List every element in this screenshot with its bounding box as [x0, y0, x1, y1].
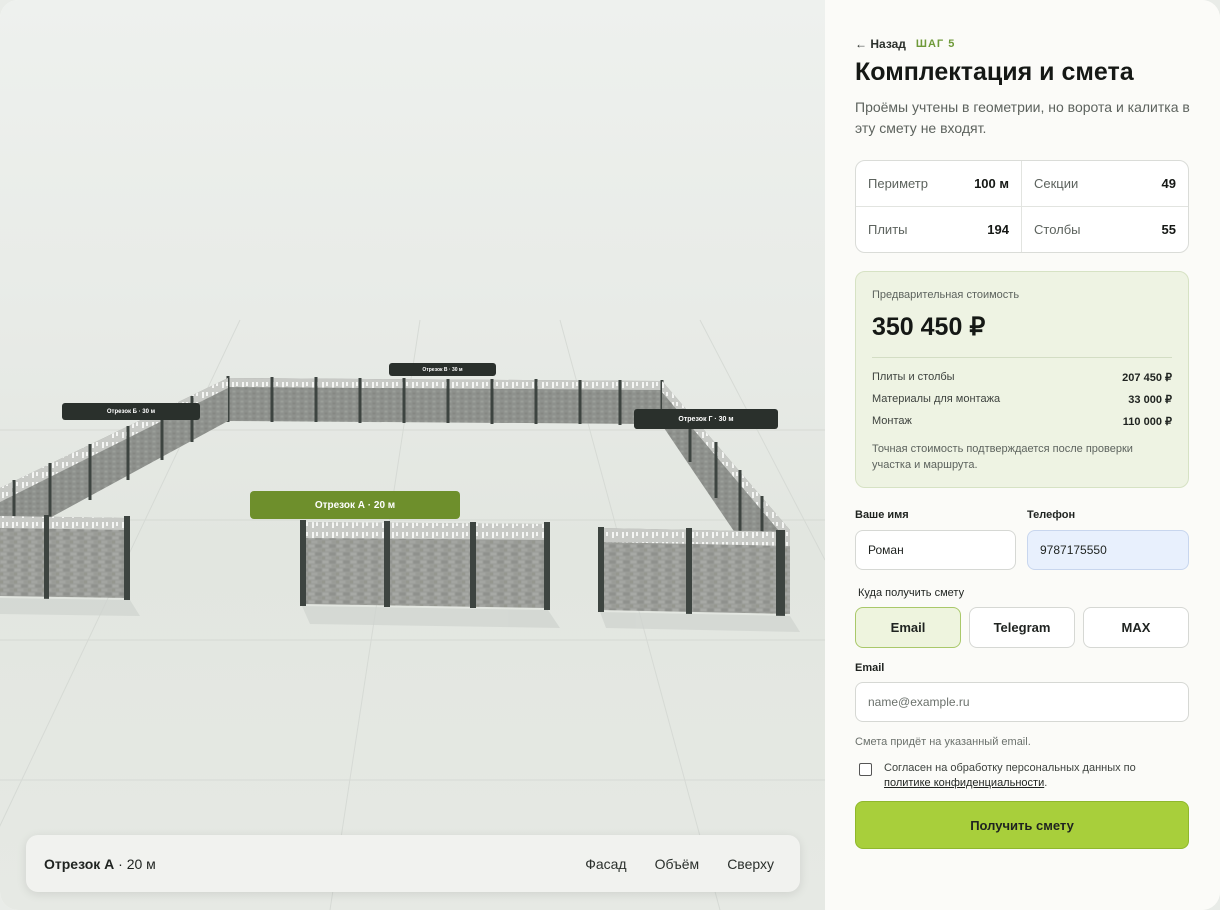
selected-segment-info: Отрезок А · 20 м	[44, 856, 156, 872]
privacy-policy-link[interactable]: политике конфиденциальности	[884, 777, 1044, 789]
view-3d-button[interactable]: Объём	[655, 856, 700, 872]
step-indicator: ШАГ 5	[915, 38, 956, 50]
selected-segment-separator: ·	[114, 855, 127, 872]
page-title: Комплектация и смета	[855, 58, 1134, 86]
app-window: Отрезок Б · 30 м Отрезок В · 30 м Отрезо…	[0, 0, 1220, 910]
price-row-amount: 207 450 ₽	[1122, 372, 1172, 384]
stat-value: 100 м	[974, 175, 1009, 191]
fence-front-right	[598, 527, 790, 616]
name-field[interactable]: Роман	[855, 530, 1016, 570]
stat-label: Секции	[1034, 175, 1079, 191]
stat-value: 194	[987, 221, 1009, 237]
back-link[interactable]: ← Назад	[855, 37, 906, 51]
email-hint: Смета придёт на указанный email.	[855, 736, 1031, 748]
price-note: Точная стоимость подтверждается после пр…	[872, 443, 1133, 471]
price-row-label: Монтаж	[872, 415, 912, 427]
price-total: 350 450 ₽	[872, 313, 986, 341]
consent-checkbox[interactable]	[859, 763, 872, 776]
phone-field[interactable]: 9787175550	[1027, 530, 1189, 570]
view-top-button[interactable]: Сверху	[727, 856, 774, 872]
fence-segment-a[interactable]	[300, 520, 550, 610]
price-row-label: Плиты и столбы	[872, 371, 955, 383]
step-nav: ← Назад ШАГ 5	[855, 37, 955, 51]
stats-grid: Периметр 100 м Секции 49 Плиты 194 Столб…	[855, 160, 1189, 253]
segment-label-v[interactable]: Отрезок В · 30 м	[389, 363, 496, 376]
price-divider	[872, 357, 1172, 358]
price-row-amount: 33 000 ₽	[1128, 394, 1172, 406]
stat-label: Периметр	[868, 175, 928, 191]
price-row-label: Материалы для монтажа	[872, 393, 1001, 405]
fence-3d-viewport[interactable]: Отрезок Б · 30 м Отрезок В · 30 м Отрезо…	[0, 0, 825, 910]
estimate-panel: ← Назад ШАГ 5 Комплектация и смета Проём…	[825, 0, 1220, 910]
phone-label: Телефон	[1027, 509, 1076, 521]
price-row: Плиты и столбы 207 450 ₽	[872, 371, 1172, 384]
stat-perimeter: Периметр 100 м	[856, 161, 1022, 207]
get-estimate-button[interactable]: Получить смету	[855, 801, 1189, 849]
price-card: Предварительная стоимость 350 450 ₽ Плит…	[855, 271, 1189, 488]
stat-sections: Секции 49	[1022, 161, 1188, 207]
consent-row: Согласен на обработку персональных данны…	[859, 761, 1179, 791]
segment-label-b[interactable]: Отрезок Б · 30 м	[62, 403, 200, 420]
email-label: Email	[855, 662, 885, 674]
channel-label: Куда получить смету	[858, 587, 965, 599]
segment-label-a[interactable]: Отрезок А · 20 м	[250, 491, 460, 519]
price-row-amount: 110 000 ₽	[1122, 416, 1172, 428]
email-field[interactable]: name@example.ru	[855, 682, 1189, 722]
selected-segment-length: 20 м	[126, 855, 156, 872]
selected-segment-name: Отрезок А	[44, 855, 115, 872]
fence-segment-v	[226, 376, 664, 425]
stat-value: 49	[1161, 175, 1176, 191]
page-subtitle: Проёмы учтены в геометрии, но ворота и к…	[855, 99, 1190, 136]
segment-label-g[interactable]: Отрезок Г · 30 м	[634, 409, 778, 429]
channel-max-button[interactable]: MAX	[1083, 607, 1189, 648]
consent-text-block: Согласен на обработку персональных данны…	[884, 761, 1179, 791]
price-row: Материалы для монтажа 33 000 ₽	[872, 393, 1172, 406]
stat-posts: Столбы 55	[1022, 207, 1188, 253]
fence-front-left	[0, 515, 130, 600]
price-row: Монтаж 110 000 ₽	[872, 415, 1172, 428]
price-label: Предварительная стоимость	[872, 289, 1020, 301]
stat-slabs: Плиты 194	[856, 206, 1022, 252]
channel-email-button[interactable]: Email	[855, 607, 961, 648]
fence-scene	[0, 319, 825, 910]
view-facade-button[interactable]: Фасад	[585, 856, 626, 872]
channel-telegram-button[interactable]: Telegram	[969, 607, 1075, 648]
stat-label: Столбы	[1034, 221, 1081, 237]
view-toolbar: Отрезок А · 20 м Фасад Объём Сверху	[26, 835, 800, 892]
consent-end: .	[1044, 777, 1048, 789]
stat-value: 55	[1161, 221, 1176, 237]
consent-text: Согласен на обработку персональных данны…	[884, 762, 1136, 774]
stat-label: Плиты	[868, 221, 908, 237]
name-label: Ваше имя	[855, 509, 909, 521]
